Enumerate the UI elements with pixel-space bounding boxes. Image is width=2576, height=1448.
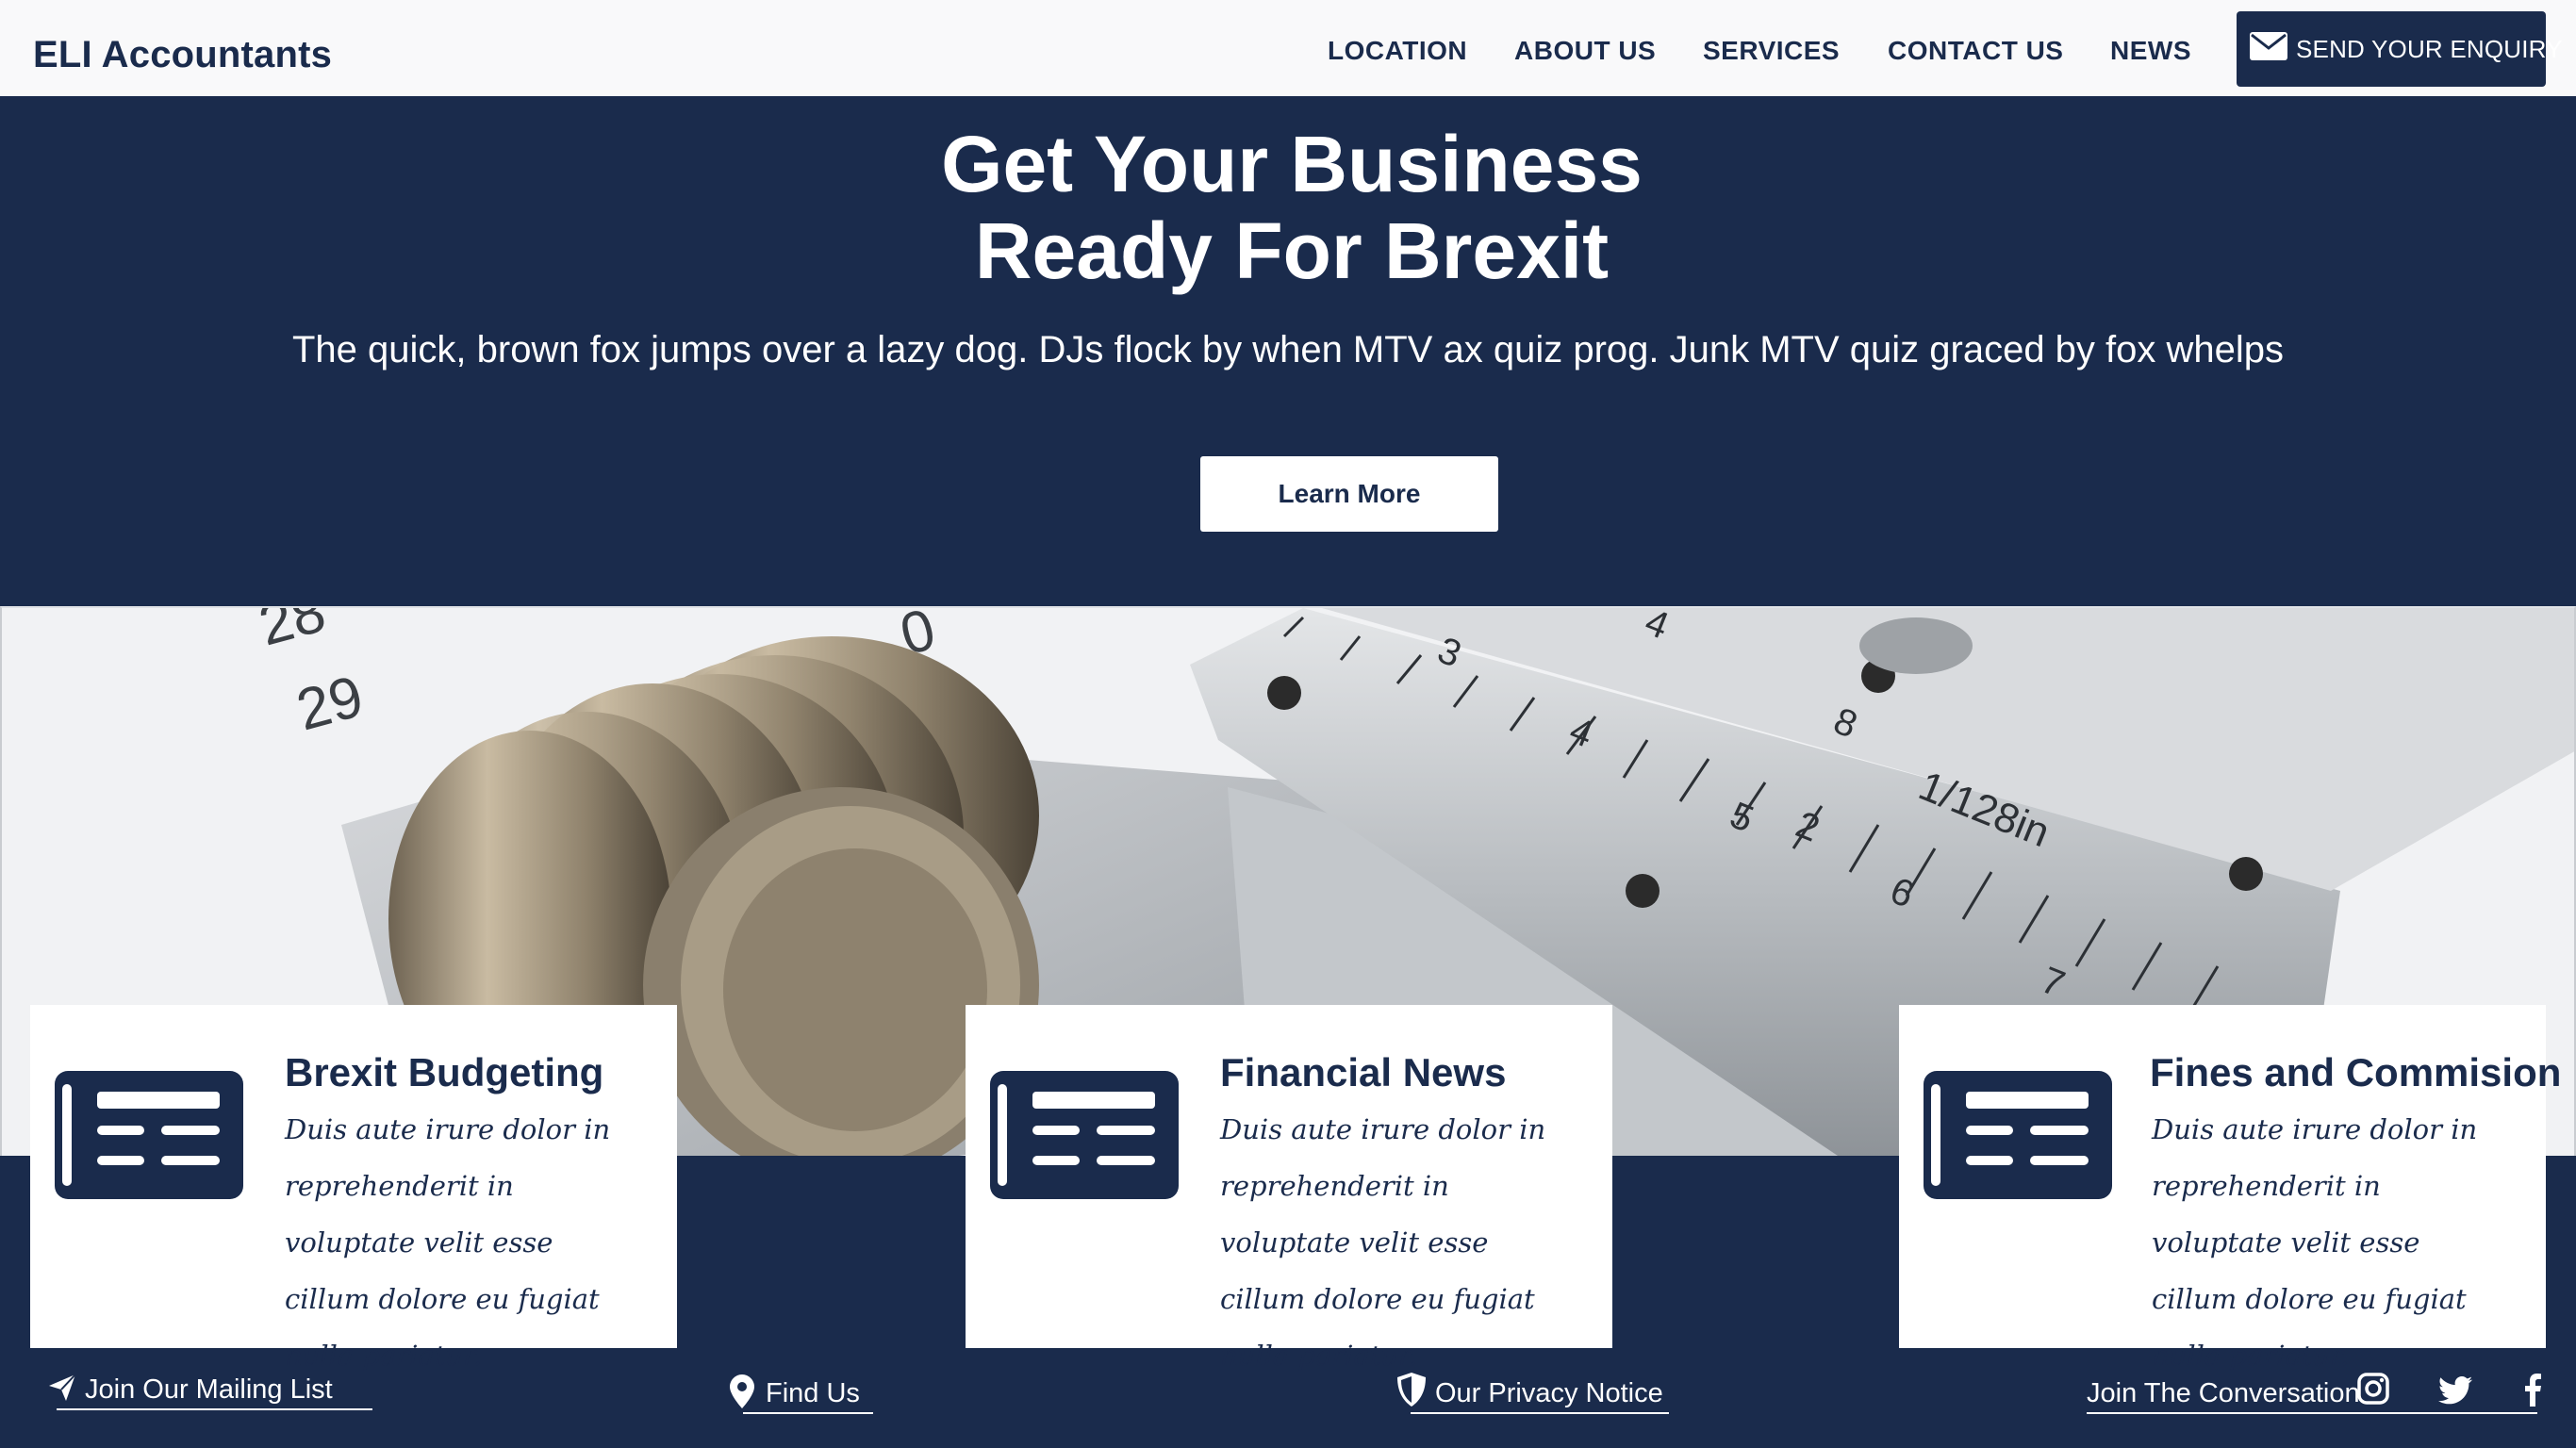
instagram-icon[interactable] [2357,1373,2389,1405]
footer-join-conversation-label: Join The Conversation [2087,1378,2360,1408]
newspaper-icon [55,1071,243,1199]
shield-icon [1397,1373,1426,1407]
card-text: Duis aute irure dolor in reprehenderit i… [285,1113,611,1372]
footer-mailing-list-label: Join Our Mailing List [85,1374,333,1405]
send-enquiry-button[interactable]: SEND YOUR ENQUIRY [2237,11,2563,87]
card-brexit-budgeting[interactable]: Brexit Budgeting Duis aute irure dolor i… [30,1005,677,1372]
twitter-icon[interactable] [2438,1376,2472,1405]
card-fines-and-commision[interactable]: Fines and Commision Duis aute irure dolo… [1899,1005,2561,1372]
brand-logo-text[interactable]: ELI Accountants [33,34,332,76]
hero-title: Get Your Business Ready For Brexit [0,121,2576,294]
learn-more-button[interactable]: Learn More [1200,456,1498,532]
card-text: Duis aute irure dolor in reprehenderit i… [2152,1113,2478,1372]
card-text: Duis aute irure dolor in reprehenderit i… [1220,1113,1546,1372]
card-financial-news[interactable]: Financial News Duis aute irure dolor in … [966,1005,1612,1372]
nav-contact-us[interactable]: CONTACT US [1888,36,2063,66]
newspaper-icon [990,1071,1179,1199]
hero-title-line-2: Ready For Brexit [974,206,1610,295]
card-title: Fines and Commision [2150,1050,2562,1094]
footer-privacy-notice-label: Our Privacy Notice [1435,1378,1663,1408]
paper-plane-icon [49,1374,76,1401]
envelope-icon [2250,32,2287,60]
facebook-icon[interactable] [2523,1373,2542,1407]
nav-location[interactable]: LOCATION [1328,36,1467,66]
nav-news[interactable]: NEWS [2110,36,2191,66]
top-navigation-bar: ELI Accountants LOCATION ABOUT US SERVIC… [0,0,2576,96]
nav-services[interactable]: SERVICES [1703,36,1840,66]
card-title: Brexit Budgeting [285,1050,604,1094]
send-enquiry-label: SEND YOUR ENQUIRY [2296,35,2563,63]
nav-about-us[interactable]: ABOUT US [1514,36,1656,66]
newspaper-icon [1924,1071,2112,1199]
footer-find-us-label: Find Us [766,1378,860,1408]
card-title: Financial News [1220,1050,1507,1094]
hero-title-line-1: Get Your Business [941,120,1643,208]
hero-subtitle: The quick, brown fox jumps over a lazy d… [291,329,2285,370]
map-pin-icon [730,1374,754,1408]
